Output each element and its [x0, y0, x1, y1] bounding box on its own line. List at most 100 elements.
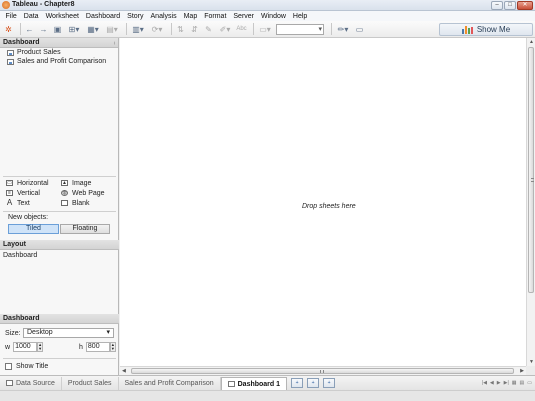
- save-icon[interactable]: ▣: [52, 24, 63, 35]
- width-field-group: w 1000 ▲ ▼: [5, 342, 44, 352]
- sort-ascending-icon[interactable]: ⇅: [175, 24, 186, 35]
- last-tab-icon[interactable]: ▶|: [504, 380, 509, 386]
- window-controls: – □ ✕: [491, 1, 533, 10]
- scroll-down-icon[interactable]: ▼: [529, 359, 534, 365]
- new-story-tab-icon[interactable]: +: [323, 378, 336, 388]
- object-label: Web Page: [72, 189, 105, 197]
- object-image[interactable]: ▲ Image: [61, 179, 116, 187]
- object-vertical[interactable]: ≡ Vertical: [6, 189, 61, 197]
- toolbar-separator: [20, 23, 21, 35]
- tab-label: Data Source: [16, 379, 55, 387]
- group-icon[interactable]: ✎: [203, 24, 214, 35]
- width-stepper[interactable]: ▲ ▼: [37, 342, 44, 352]
- pane-menu-icon[interactable]: ᵢ: [114, 38, 115, 48]
- show-title-label: Show Title: [16, 363, 49, 370]
- menu-format[interactable]: Format: [201, 13, 230, 20]
- object-text[interactable]: A Text: [6, 199, 61, 207]
- menu-worksheet[interactable]: Worksheet: [42, 13, 82, 20]
- object-label: Image: [72, 179, 92, 187]
- status-bar: [0, 390, 535, 401]
- tab-navigation: |◀ ◀ ▶ ▶| ▦ ▤ ▭: [482, 380, 532, 386]
- worksheet-icon: [7, 58, 14, 65]
- swap-icon[interactable]: ⟳▾: [149, 24, 165, 35]
- toolbar-separator: [171, 23, 172, 35]
- menu-window[interactable]: Window: [258, 13, 290, 20]
- tab-dashboard-1[interactable]: Dashboard 1: [220, 376, 288, 391]
- next-tab-icon[interactable]: ▶: [497, 380, 501, 386]
- dashboard-settings-title: Dashboard: [3, 315, 40, 322]
- sort-descending-icon[interactable]: ⇵: [189, 24, 200, 35]
- first-tab-icon[interactable]: |◀: [482, 380, 487, 386]
- menu-dashboard[interactable]: Dashboard: [82, 13, 123, 20]
- maximize-button[interactable]: □: [504, 1, 516, 10]
- image-icon: ▲: [61, 180, 68, 186]
- scroll-right-icon[interactable]: ▶: [520, 368, 524, 374]
- labels-icon[interactable]: Abc: [236, 24, 247, 35]
- horizontal-scrollbar[interactable]: ◀ ▶: [120, 366, 526, 375]
- new-worksheet-icon[interactable]: ▦▾: [85, 24, 101, 35]
- scroll-up-icon[interactable]: ▲: [529, 39, 534, 45]
- menu-file[interactable]: File: [2, 13, 20, 20]
- menu-analysis[interactable]: Analysis: [147, 13, 180, 20]
- size-select[interactable]: Desktop: [23, 328, 114, 338]
- width-input[interactable]: 1000: [13, 342, 38, 352]
- undo-icon[interactable]: ←: [24, 24, 35, 35]
- tableau-home-icon[interactable]: ✲: [3, 24, 14, 35]
- floating-button[interactable]: Floating: [60, 224, 110, 234]
- object-blank[interactable]: Blank: [61, 199, 116, 207]
- fit-select[interactable]: [276, 23, 324, 35]
- minimize-button[interactable]: –: [491, 1, 503, 10]
- height-stepper[interactable]: ▲ ▼: [109, 342, 116, 352]
- object-label: Horizontal: [17, 179, 49, 187]
- prev-tab-icon[interactable]: ◀: [490, 380, 494, 386]
- sheet-sorter-icon[interactable]: ▦: [512, 380, 517, 386]
- tab-label: Sales and Profit Comparison: [124, 379, 214, 387]
- show-me-button[interactable]: Show Me: [439, 23, 533, 36]
- dashboard-pane-title: Dashboard: [3, 39, 40, 46]
- presentation-mode-icon[interactable]: ▭: [354, 24, 365, 35]
- show-title-checkbox[interactable]: [5, 363, 12, 370]
- left-pane: Dashboard ᵢ Product Sales Sales and Prof…: [0, 38, 119, 375]
- clear-sheet-icon[interactable]: ▥▾: [130, 24, 146, 35]
- duplicate-sheet-icon[interactable]: ▤▾: [104, 24, 120, 35]
- vertical-scroll-thumb[interactable]: [528, 47, 534, 293]
- menu-server[interactable]: Server: [230, 13, 258, 20]
- blank-icon: [61, 200, 68, 206]
- objects-grid: ▭ Horizontal ▲ Image ≡ Vertical ◍ Web Page A…: [6, 179, 116, 207]
- dashboard-canvas[interactable]: Drop sheets here: [120, 38, 526, 366]
- tabs-view-icon[interactable]: ▭: [527, 380, 532, 386]
- new-worksheet-tab-icon[interactable]: +: [291, 378, 304, 388]
- tab-label: Product Sales: [67, 379, 112, 387]
- sheet-item[interactable]: Sales and Profit Comparison: [0, 57, 118, 66]
- sheet-tab-bar: Data Source Product Sales Sales and Prof…: [0, 375, 535, 391]
- height-field-group: h 800 ▲ ▼: [79, 342, 116, 352]
- tab-data-source[interactable]: Data Source: [0, 376, 62, 390]
- new-data-source-icon[interactable]: ⊞▾: [66, 24, 82, 35]
- highlight-icon[interactable]: ✐▾: [217, 24, 233, 35]
- menu-story[interactable]: Story: [124, 13, 147, 20]
- scroll-left-icon[interactable]: ◀: [122, 368, 126, 374]
- title-bar: Tableau - Chapter8 – □ ✕: [0, 0, 535, 11]
- new-dashboard-tab-icon[interactable]: +: [307, 378, 320, 388]
- drop-sheets-placeholder: Drop sheets here: [302, 203, 356, 210]
- filmstrip-icon[interactable]: ▤: [520, 380, 525, 386]
- sheet-item[interactable]: Product Sales: [0, 48, 118, 57]
- horizontal-scroll-thumb[interactable]: [131, 368, 514, 374]
- menu-map[interactable]: Map: [180, 13, 201, 20]
- show-title-option[interactable]: Show Title: [5, 363, 48, 370]
- scroll-corner: [526, 366, 535, 375]
- menu-data[interactable]: Data: [20, 13, 42, 20]
- object-horizontal[interactable]: ▭ Horizontal: [6, 179, 61, 187]
- close-button[interactable]: ✕: [517, 1, 533, 10]
- fit-icon[interactable]: ▭▾: [257, 24, 273, 35]
- tiled-button[interactable]: Tiled: [8, 224, 59, 234]
- annotate-icon[interactable]: ✏▾: [335, 24, 351, 35]
- height-input[interactable]: 800: [85, 342, 110, 352]
- redo-icon[interactable]: →: [38, 24, 49, 35]
- tab-sales-and-profit-comparison[interactable]: Sales and Profit Comparison: [119, 376, 221, 390]
- tab-product-sales[interactable]: Product Sales: [62, 376, 119, 390]
- layout-tree-item[interactable]: Dashboard: [3, 252, 37, 259]
- object-web-page[interactable]: ◍ Web Page: [61, 189, 116, 197]
- vertical-scrollbar[interactable]: ▲ ▼: [526, 38, 535, 366]
- menu-help[interactable]: Help: [289, 13, 310, 20]
